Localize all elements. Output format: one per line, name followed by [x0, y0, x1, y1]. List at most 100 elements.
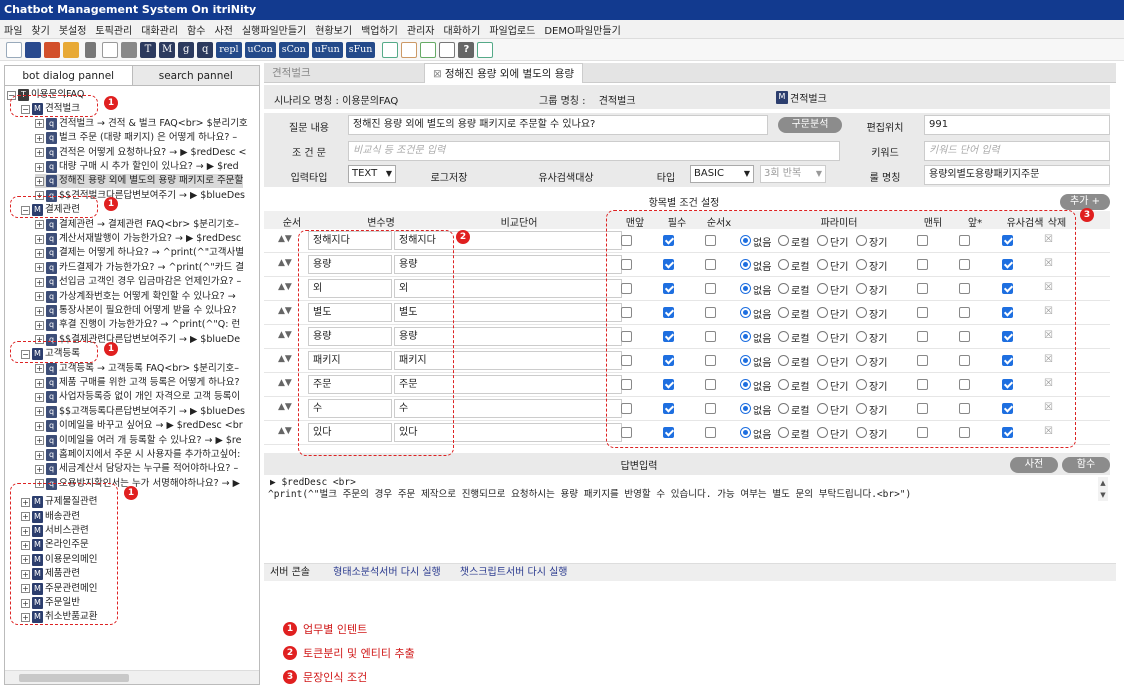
- tree-question[interactable]: + q 홈페이지에서 주문 시 사용자를 추가하고싶어:: [35, 448, 240, 462]
- tree-question[interactable]: + q 견적벌크 → 견적 & 벌크 FAQ<br> $분리기호: [35, 117, 248, 131]
- rulename-input[interactable]: 용량외별도용량패키지주문: [924, 165, 1110, 185]
- expand-icon[interactable]: +: [35, 407, 44, 417]
- keyword-input[interactable]: 키워드 단어 입력: [924, 141, 1110, 161]
- horizontal-scrollbar[interactable]: [5, 670, 259, 684]
- reorder-arrows-icon[interactable]: ▲▼: [278, 258, 292, 268]
- expand-icon[interactable]: +: [35, 277, 44, 287]
- expand-icon[interactable]: +: [35, 133, 44, 143]
- reorder-arrows-icon[interactable]: ▲▼: [278, 330, 292, 340]
- condition-input[interactable]: 비교식 등 조건문 입력: [348, 141, 840, 161]
- tree-question[interactable]: + q 후결 진행이 가능한가요? → ^print(^"Q: 런: [35, 318, 240, 332]
- expand-icon[interactable]: +: [35, 378, 44, 388]
- expand-icon[interactable]: +: [35, 450, 44, 460]
- tree-question[interactable]: + q 정해진 용량 외에 별도의 용량 패키지로 주문할: [35, 174, 244, 189]
- list-icon[interactable]: [401, 41, 418, 58]
- expand-icon[interactable]: +: [35, 220, 44, 230]
- tree-question[interactable]: + q 세금계산서 담당자는 누구를 적어야하나요? –: [35, 462, 238, 476]
- expand-icon[interactable]: +: [35, 176, 44, 186]
- menu-item[interactable]: 대화하기: [444, 22, 481, 37]
- menu-item[interactable]: 토픽관리: [95, 22, 132, 37]
- menu-item[interactable]: 파일: [4, 22, 22, 37]
- reorder-arrows-icon[interactable]: ▲▼: [278, 234, 292, 244]
- tree-question[interactable]: + q 사업자등록증 없이 개인 자격으로 고객 등록이: [35, 390, 240, 404]
- tab-bot-dialog[interactable]: bot dialog pannel: [5, 66, 133, 85]
- repeat-select[interactable]: 3회 반복 ▼: [760, 165, 826, 183]
- restart-chatscript-link[interactable]: 챗스크립트서버 다시 실행: [460, 567, 568, 578]
- menu-item[interactable]: 백업하기: [361, 22, 398, 37]
- tree-question[interactable]: + q 벌크 주문 (대량 패키지) 은 어떻게 하나요? –: [35, 131, 237, 145]
- answer-scrollbar[interactable]: ▲ ▼: [1098, 477, 1108, 501]
- add-window-icon[interactable]: [477, 41, 494, 58]
- trash-icon[interactable]: [85, 41, 96, 58]
- reorder-arrows-icon[interactable]: ▲▼: [278, 426, 292, 436]
- reorder-arrows-icon[interactable]: ▲▼: [278, 354, 292, 364]
- menu-item[interactable]: 대화관리: [141, 22, 178, 37]
- topic-button[interactable]: T: [140, 41, 156, 58]
- tab-rule[interactable]: ⊠ 정해진 용량 외에 별도의 용량: [424, 63, 584, 83]
- tree-question[interactable]: + q 결제관련 → 결제관련 FAQ<br> $분리기호–: [35, 218, 239, 232]
- menu-item[interactable]: 봇설정: [59, 22, 87, 37]
- tree-question[interactable]: + q 결제는 어떻게 하나요? → ^print(^"고객사별: [35, 246, 244, 260]
- expand-icon[interactable]: +: [35, 263, 44, 273]
- expand-icon[interactable]: +: [35, 248, 44, 258]
- ucon-button[interactable]: uCon: [244, 41, 276, 58]
- save-icon[interactable]: [25, 41, 41, 58]
- answer-editor[interactable]: ▶ $redDesc <br> ^print(^"벌크 주문의 경우 주문 제작…: [264, 475, 1110, 560]
- tree-question[interactable]: + q 선입금 고객인 경우 입금마감은 언제인가요? –: [35, 275, 241, 289]
- menu-item[interactable]: 관리자: [407, 22, 435, 37]
- menu-item[interactable]: 사전: [214, 22, 232, 37]
- expand-icon[interactable]: +: [35, 464, 44, 474]
- save-as-icon[interactable]: [44, 41, 60, 58]
- tree-question[interactable]: + q 통장사본이 필요한데 어떻게 받을 수 있나요?: [35, 304, 236, 318]
- gambit-button[interactable]: g: [178, 41, 195, 58]
- tree-question[interactable]: + q 견적은 어떻게 요청하나요? → ▶ $redDesc <: [35, 146, 246, 160]
- print-icon[interactable]: [121, 41, 137, 58]
- tree-question[interactable]: + q 이메일을 바꾸고 싶어요 → ▶ $redDesc <br: [35, 419, 243, 433]
- open-folder-icon[interactable]: [63, 41, 79, 58]
- menu-item[interactable]: 파일업로드: [489, 22, 535, 37]
- tab-group[interactable]: 견적벌크: [264, 63, 319, 83]
- type-select[interactable]: BASIC ▼: [690, 165, 754, 183]
- reorder-arrows-icon[interactable]: ▲▼: [278, 378, 292, 388]
- expand-icon[interactable]: +: [35, 320, 44, 330]
- inputtype-select[interactable]: TEXT ▼: [348, 165, 396, 183]
- menu-item[interactable]: 실행파일만들기: [242, 22, 306, 37]
- expand-icon[interactable]: +: [35, 234, 44, 244]
- window-icon[interactable]: [382, 41, 399, 58]
- menu-item[interactable]: 함수: [187, 22, 205, 37]
- func-button[interactable]: 함수: [1062, 457, 1110, 473]
- new-file-icon[interactable]: [6, 41, 22, 58]
- tree-question[interactable]: + q 계산서재발행이 가능한가요? → ▶ $redDesc: [35, 232, 241, 246]
- expand-icon[interactable]: +: [35, 292, 44, 302]
- expand-icon[interactable]: +: [35, 306, 44, 316]
- tree-question[interactable]: + q $$고객등록다른답변보여주기 → ▶ $blueDes: [35, 405, 245, 419]
- tree-question[interactable]: + q 고객등록 → 고객등록 FAQ<br> $분리기호–: [35, 362, 239, 376]
- expand-icon[interactable]: +: [35, 148, 44, 158]
- menu-item[interactable]: DEMO파일만들기: [544, 22, 621, 37]
- help-icon[interactable]: ?: [458, 41, 475, 58]
- reorder-arrows-icon[interactable]: ▲▼: [278, 402, 292, 412]
- question-button[interactable]: q: [197, 41, 214, 58]
- checklist-icon[interactable]: [420, 41, 437, 58]
- tree-question[interactable]: + q 이메일을 여러 개 등록할 수 있나요? → ▶ $re: [35, 434, 241, 448]
- sfun-button[interactable]: sFun: [345, 41, 376, 58]
- tree-question[interactable]: + q 카드결제가 가능한가요? → ^print(^"카드 결: [35, 261, 244, 275]
- macro-button[interactable]: M: [159, 41, 176, 58]
- question-input[interactable]: 정해진 용량 외에 별도의 용량 패키지로 주문할 수 있나요?: [348, 115, 768, 135]
- expand-icon[interactable]: +: [35, 162, 44, 172]
- expand-icon[interactable]: +: [35, 119, 44, 129]
- expand-icon[interactable]: +: [35, 392, 44, 402]
- expand-icon[interactable]: +: [35, 436, 44, 446]
- tree-question[interactable]: + q 대량 구매 시 추가 할인이 있나요? → ▶ $red: [35, 160, 239, 174]
- editpos-input[interactable]: 991: [924, 115, 1110, 135]
- tab-search[interactable]: search pannel: [133, 66, 260, 85]
- expand-icon[interactable]: +: [35, 364, 44, 374]
- menu-item[interactable]: 찾기: [31, 22, 49, 37]
- reorder-arrows-icon[interactable]: ▲▼: [278, 282, 292, 292]
- settings-icon[interactable]: [439, 41, 456, 58]
- scon-button[interactable]: sCon: [278, 41, 309, 58]
- dict-button[interactable]: 사전: [1010, 457, 1058, 473]
- repl-button[interactable]: repl: [216, 41, 242, 58]
- tree-question[interactable]: + q 제품 구매를 위한 고객 등록은 어떻게 하나요?: [35, 376, 239, 390]
- reorder-arrows-icon[interactable]: ▲▼: [278, 306, 292, 316]
